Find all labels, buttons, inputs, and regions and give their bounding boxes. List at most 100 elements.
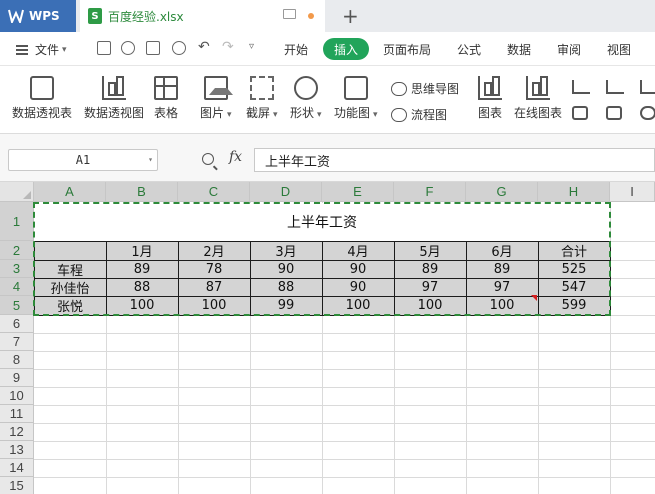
spreadsheet-file-icon: S	[88, 8, 102, 24]
file-menu[interactable]: 文件 ▾	[16, 41, 67, 58]
column-header-d[interactable]: D	[250, 182, 322, 202]
function-chart-button[interactable]: 功能图 ▾	[334, 76, 378, 121]
spreadsheet-grid[interactable]: ABCDEFGHI 1 2 3 4 5 6 7 8 9 10 11 12 13 14 15 上半年工资 1月…	[0, 182, 655, 494]
shape-button[interactable]: 形状 ▾	[290, 76, 322, 121]
area-chart-icon[interactable]	[572, 106, 588, 120]
column-chart-icon[interactable]	[572, 80, 590, 94]
mind-map-label: 思维导图	[411, 82, 460, 96]
row-header-6[interactable]: 6	[0, 315, 34, 333]
select-all-corner[interactable]	[0, 182, 34, 202]
wps-home-tab[interactable]: WPS	[0, 0, 76, 32]
customize-toolbar-icon[interactable]: ▿	[249, 41, 254, 52]
column-header-e[interactable]: E	[322, 182, 394, 202]
file-menu-label: 文件	[35, 43, 60, 57]
function-chart-label: 功能图 ▾	[334, 106, 378, 120]
mind-map-icon	[391, 81, 407, 96]
wps-tab-label: WPS	[29, 9, 60, 23]
row-header-5[interactable]: 5	[0, 296, 34, 315]
pie-chart-icon[interactable]	[606, 106, 622, 120]
menu-insert[interactable]: 插入	[323, 38, 369, 60]
row-header-3[interactable]: 3	[0, 260, 34, 278]
title-bar: WPS S 百度经验.xlsx +	[0, 0, 655, 32]
mind-map-button[interactable]: 思维导图	[391, 80, 459, 97]
chevron-down-icon: ▾	[62, 44, 67, 55]
row-header-4[interactable]: 4	[0, 278, 34, 296]
line-chart-icon[interactable]	[640, 80, 655, 94]
zoom-icon[interactable]	[202, 153, 214, 165]
column-header-g[interactable]: G	[466, 182, 538, 202]
flowchart-label: 流程图	[411, 108, 448, 122]
column-header-h[interactable]: H	[538, 182, 610, 202]
shape-icon	[293, 76, 318, 100]
formula-input[interactable]: 上半年工资	[254, 148, 655, 172]
online-chart-button[interactable]: 在线图表	[514, 76, 562, 121]
menu-review[interactable]: 审阅	[557, 41, 581, 58]
row-header-15[interactable]: 15	[0, 477, 34, 494]
row-header-13[interactable]: 13	[0, 441, 34, 459]
menu-page-layout[interactable]: 页面布局	[383, 41, 431, 58]
hamburger-icon	[16, 44, 28, 55]
column-header-a[interactable]: A	[34, 182, 106, 202]
document-tab-label: 百度经验.xlsx	[108, 9, 184, 24]
column-header-c[interactable]: C	[178, 182, 250, 202]
redo-icon[interactable]: ↷	[222, 39, 234, 55]
gridline-row	[34, 405, 655, 406]
bar-chart-icon[interactable]	[606, 80, 624, 94]
scatter-chart-icon[interactable]	[640, 106, 655, 120]
column-header-i[interactable]: I	[610, 182, 655, 202]
column-header-f[interactable]: F	[394, 182, 466, 202]
menu-bar: 文件 ▾ ↶ ↷ ▿ 开始 插入 页面布局 公式 数据 审阅 视图	[0, 32, 655, 66]
table-icon	[154, 76, 178, 100]
pivot-chart-icon	[102, 76, 126, 100]
save-icon[interactable]	[97, 41, 111, 55]
row-header-12[interactable]: 12	[0, 423, 34, 441]
pivot-table-icon	[30, 76, 54, 100]
screenshot-button[interactable]: 截屏 ▾	[246, 76, 278, 121]
print-preview-icon[interactable]	[172, 41, 186, 55]
row-header-7[interactable]: 7	[0, 333, 34, 351]
menu-data[interactable]: 数据	[507, 41, 531, 58]
function-chart-icon	[343, 76, 368, 100]
picture-icon	[203, 76, 233, 100]
gridline-row	[34, 387, 655, 388]
name-box-value: A1	[75, 153, 91, 167]
row-header-9[interactable]: 9	[0, 369, 34, 387]
menu-formula[interactable]: 公式	[457, 41, 481, 58]
row-header-10[interactable]: 10	[0, 387, 34, 405]
format-painter-icon[interactable]	[121, 41, 135, 55]
table-button[interactable]: 表格	[154, 76, 178, 121]
undo-icon[interactable]: ↶	[198, 39, 210, 55]
picture-button[interactable]: 图片 ▾	[200, 76, 233, 121]
gridline-row	[34, 333, 655, 334]
chart-label: 图表	[478, 106, 503, 120]
row-header-11[interactable]: 11	[0, 405, 34, 423]
monitor-icon[interactable]	[283, 9, 296, 19]
row-header-14[interactable]: 14	[0, 459, 34, 477]
pivot-chart-button[interactable]: 数据透视图	[84, 76, 144, 121]
screenshot-label: 截屏 ▾	[246, 106, 278, 120]
picture-label: 图片 ▾	[200, 106, 232, 120]
row-header-8[interactable]: 8	[0, 351, 34, 369]
menu-start[interactable]: 开始	[284, 41, 308, 58]
pivot-table-label: 数据透视表	[12, 106, 73, 120]
gridline-row	[34, 459, 655, 460]
pivot-table-button[interactable]: 数据透视表	[12, 76, 72, 121]
row-header-2[interactable]: 2	[0, 241, 34, 260]
new-tab-button[interactable]: +	[342, 3, 359, 29]
fx-button[interactable]: fx	[229, 149, 242, 165]
name-box[interactable]: A1 ▾	[8, 149, 158, 171]
chart-button[interactable]: 图表	[478, 76, 502, 121]
wps-logo-icon	[8, 9, 24, 23]
column-header-b[interactable]: B	[106, 182, 178, 202]
gridline-row	[34, 369, 655, 370]
flowchart-icon	[391, 107, 407, 122]
print-icon[interactable]	[146, 41, 160, 55]
row-header-1[interactable]: 1	[0, 202, 34, 241]
gridline-row	[34, 423, 655, 424]
screenshot-icon	[249, 76, 274, 100]
copy-selection-marquee	[33, 202, 611, 316]
formula-bar: A1 ▾ fx 上半年工资	[0, 134, 655, 182]
gridline-row	[34, 477, 655, 478]
flowchart-button[interactable]: 流程图	[391, 106, 447, 123]
menu-view[interactable]: 视图	[607, 41, 631, 58]
